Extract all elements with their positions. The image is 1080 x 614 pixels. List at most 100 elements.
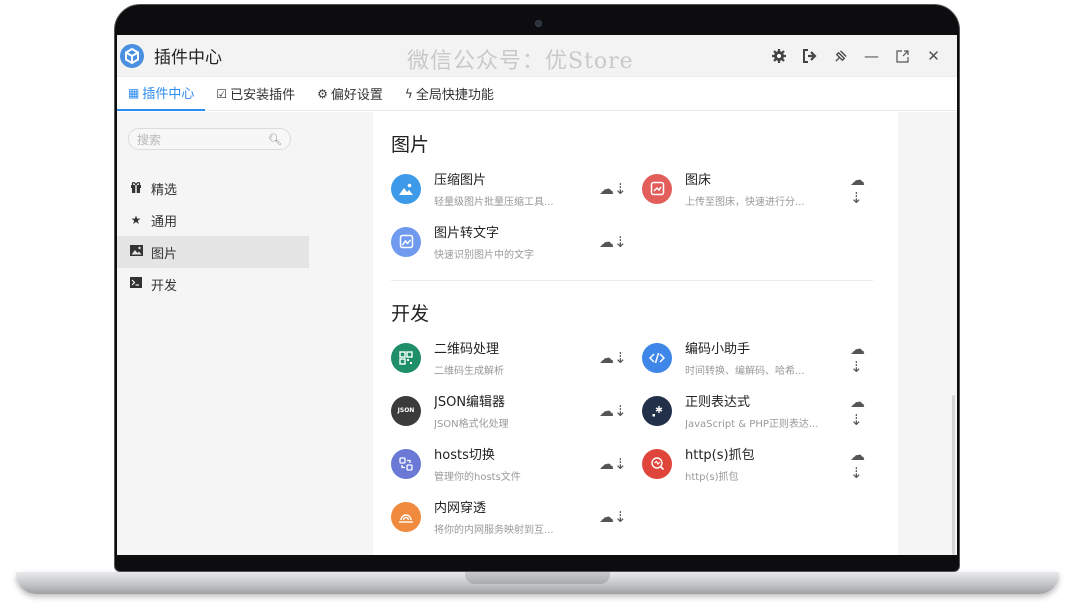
tab-installed[interactable]: ☑ 已安装插件 (205, 77, 306, 111)
tab-label: 全局快捷功能 (415, 88, 494, 103)
plugin-name: 编码小助手 (685, 342, 751, 357)
search-placeholder: 搜索 (137, 132, 162, 147)
cloud-download-icon[interactable]: ☁︎⇣ (599, 508, 627, 526)
plugin-item[interactable]: 编码小助手 时间转换、编解码、哈希... ☁︎⇣ (642, 331, 872, 384)
app-window: 插件中心 微信公众号：优Store — ✕ ▦ 插件中心 ☑ 已安装插件 ⚙ 偏… (117, 35, 957, 555)
watermark-text: 微信公众号：优Store (407, 49, 634, 74)
plugin-item[interactable]: 压缩图片 轻量级图片批量压缩工具... ☁︎⇣ (391, 162, 642, 215)
plugin-item[interactable]: 内网穿透 将你的内网服务映射到互... ☁︎⇣ (391, 490, 642, 543)
hosts-icon (391, 448, 421, 479)
plugin-description: 快速识别图片中的文字 (434, 250, 534, 261)
plugin-name: 压缩图片 (434, 173, 487, 188)
plugin-description: 轻量级图片批量压缩工具... (434, 197, 554, 208)
tab-global-shortcuts[interactable]: ϟ 全局快捷功能 (394, 77, 505, 111)
sidebar-item-label: 精选 (151, 182, 178, 198)
main-area: 搜索 🔍︎ 精选 ★ 通用 图片 开发 图片 压缩图片 轻量级图片批量压缩工具.… (117, 112, 957, 555)
cloud-download-icon[interactable]: ☁︎⇣ (850, 446, 872, 482)
pin-icon[interactable] (825, 41, 856, 71)
compress-image-icon (391, 173, 421, 204)
tab-label: 偏好设置 (330, 88, 383, 103)
cloud-download-icon[interactable]: ☁︎⇣ (599, 455, 627, 473)
sidebar-item-images[interactable]: 图片 (117, 236, 309, 268)
scrollbar[interactable] (952, 395, 955, 555)
gift-icon (129, 181, 143, 196)
close-icon[interactable]: ✕ (918, 41, 949, 71)
sidebar-item-general[interactable]: ★ 通用 (117, 204, 309, 236)
plugin-name: JSON编辑器 (434, 395, 506, 410)
category-nav: 精选 ★ 通用 图片 开发 (117, 172, 373, 300)
plugin-name: 图片转文字 (434, 226, 500, 241)
laptop-notch (465, 572, 610, 584)
plugin-description: http(s)抓包 (685, 472, 739, 483)
plugin-description: 二维码生成解析 (434, 366, 504, 377)
checkbox-icon: ☑ (216, 86, 228, 101)
regex-icon (642, 395, 672, 426)
plugin-item[interactable]: 二维码处理 二维码生成解析 ☁︎⇣ (391, 331, 642, 384)
tunnel-icon (391, 501, 421, 532)
sidebar-item-label: 开发 (151, 278, 178, 294)
app-title: 插件中心 (154, 48, 222, 68)
tab-bar: ▦ 插件中心 ☑ 已安装插件 ⚙ 偏好设置 ϟ 全局快捷功能 (117, 77, 957, 111)
plugin-item[interactable]: hosts切换 管理你的hosts文件 ☁︎⇣ (391, 437, 642, 490)
tab-label: 插件中心 (142, 87, 195, 102)
tab-label: 已安装插件 (230, 88, 296, 103)
cloud-download-icon[interactable]: ☁︎⇣ (599, 180, 627, 198)
cloud-download-icon[interactable]: ☁︎⇣ (599, 233, 627, 251)
app-logo-icon (120, 43, 144, 68)
plugin-description: 上传至图床，快速进行分... (685, 197, 805, 208)
lightning-icon: ϟ (404, 86, 413, 101)
qrcode-icon (391, 342, 421, 373)
plugin-name: http(s)抓包 (685, 448, 755, 463)
plugin-grid-development: 二维码处理 二维码生成解析 ☁︎⇣ 编码小助手 时间转换、编解码、哈希... ☁… (391, 331, 873, 543)
sidebar: 搜索 🔍︎ 精选 ★ 通用 图片 开发 (117, 112, 373, 555)
json-icon: JSON (391, 395, 421, 426)
ocr-icon (391, 226, 421, 257)
window-actions: — ✕ (763, 35, 949, 77)
gear-icon: ⚙ (317, 86, 328, 101)
plugin-name: 正则表达式 (685, 395, 751, 410)
cloud-download-icon[interactable]: ☁︎⇣ (599, 402, 627, 420)
plugin-name: 内网穿透 (434, 501, 487, 516)
star-icon: ★ (130, 213, 142, 227)
tab-preferences[interactable]: ⚙ 偏好设置 (306, 77, 394, 111)
section-divider (391, 280, 873, 281)
plugin-name: hosts切换 (434, 448, 495, 463)
grid-icon: ▦ (128, 85, 140, 100)
cloud-download-icon[interactable]: ☁︎⇣ (599, 349, 627, 367)
camera (535, 20, 542, 27)
terminal-icon (129, 277, 143, 291)
cloud-download-icon[interactable]: ☁︎⇣ (850, 171, 872, 207)
code-icon (642, 342, 672, 373)
plugin-name: 图床 (685, 173, 712, 188)
plugin-grid-images: 压缩图片 轻量级图片批量压缩工具... ☁︎⇣ 图床 上传至图床，快速进行分..… (391, 162, 873, 268)
plugin-item[interactable]: 图床 上传至图床，快速进行分... ☁︎⇣ (642, 162, 872, 215)
sidebar-item-label: 通用 (151, 214, 178, 230)
plugin-description: JavaScript & PHP正则表达... (685, 419, 819, 430)
plugin-description: JSON格式化处理 (434, 419, 509, 430)
section-title-images: 图片 (391, 134, 430, 156)
plugin-item[interactable]: JSON JSON编辑器 JSON格式化处理 ☁︎⇣ (391, 384, 642, 437)
minimize-icon[interactable]: — (856, 41, 887, 71)
plugin-item[interactable]: http(s)抓包 http(s)抓包 ☁︎⇣ (642, 437, 872, 490)
sidebar-item-label: 图片 (151, 246, 178, 262)
tab-plugin-center[interactable]: ▦ 插件中心 (117, 77, 206, 111)
plugin-item[interactable]: 正则表达式 JavaScript & PHP正则表达... ☁︎⇣ (642, 384, 872, 437)
section-title-development: 开发 (391, 303, 430, 325)
logout-icon[interactable] (794, 41, 825, 71)
sidebar-item-development[interactable]: 开发 (117, 268, 309, 300)
search-icon: 🔍︎ (268, 132, 282, 146)
settings-icon[interactable] (763, 41, 794, 71)
plugin-list: 图片 压缩图片 轻量级图片批量压缩工具... ☁︎⇣ 图床 上传至图床，快速进行… (373, 112, 898, 555)
search-input[interactable]: 搜索 🔍︎ (128, 128, 291, 150)
detach-window-icon[interactable] (887, 41, 918, 71)
right-gutter (898, 112, 957, 555)
title-bar: 插件中心 微信公众号：优Store — ✕ (117, 35, 957, 77)
cloud-download-icon[interactable]: ☁︎⇣ (850, 393, 872, 429)
plugin-description: 将你的内网服务映射到互... (434, 525, 554, 536)
capture-icon (642, 448, 672, 479)
cloud-download-icon[interactable]: ☁︎⇣ (850, 340, 872, 376)
sidebar-item-featured[interactable]: 精选 (117, 172, 309, 204)
plugin-description: 时间转换、编解码、哈希... (685, 366, 805, 377)
plugin-item[interactable]: 图片转文字 快速识别图片中的文字 ☁︎⇣ (391, 215, 642, 268)
image-upload-icon (642, 173, 672, 204)
